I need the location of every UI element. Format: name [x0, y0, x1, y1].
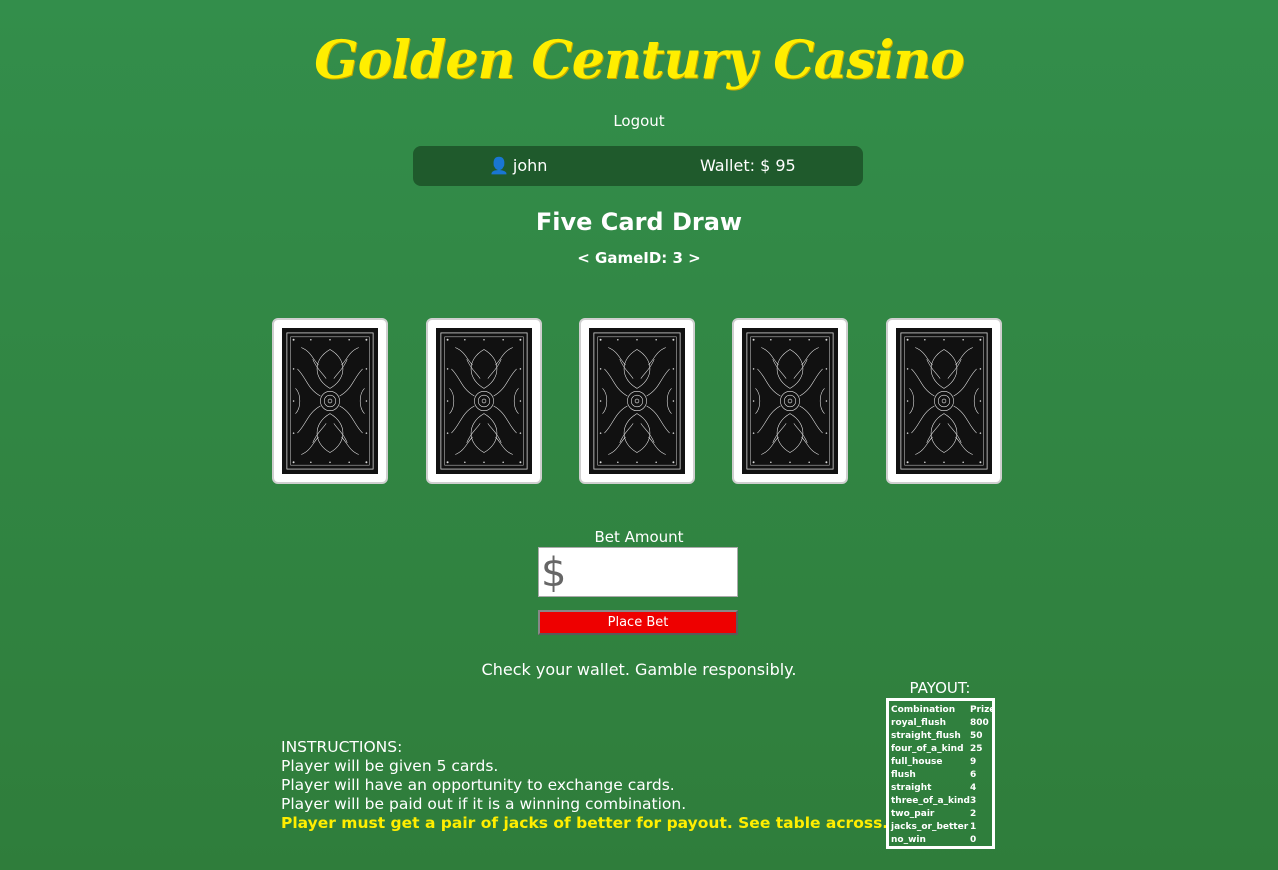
payout-prize: 6	[969, 769, 977, 780]
payout-row: royal_flush 800	[891, 716, 995, 729]
payout-combination: two_pair	[891, 808, 935, 819]
logout-link[interactable]: Logout	[0, 112, 1278, 130]
payout-prize: 0	[969, 834, 977, 845]
payout-combination: jacks_or_better	[891, 821, 969, 832]
payout-row: straight 4	[891, 781, 995, 794]
place-bet-button[interactable]: Place Bet	[538, 610, 738, 635]
instruction-line: Player will be paid out if it is a winni…	[281, 795, 687, 813]
payout-table: Combination Prize royal_flush 800 straight…	[886, 698, 995, 849]
payout-row: jacks_or_better 1	[891, 820, 995, 833]
user-info: 👤 john	[489, 156, 547, 175]
payout-label: PAYOUT:	[909, 679, 971, 697]
payout-prize: 800	[969, 717, 989, 728]
payout-prize: 50	[969, 730, 983, 741]
playing-card-1[interactable]	[272, 318, 388, 484]
payout-prize: 1	[969, 821, 977, 832]
payout-combination: royal_flush	[891, 717, 946, 728]
payout-row: three_of_a_kind 3	[891, 794, 995, 807]
instruction-line: Player will be given 5 cards.	[281, 757, 499, 775]
user-icon: 👤	[489, 156, 509, 175]
instructions: INSTRUCTIONS: Player will be given 5 car…	[281, 738, 888, 833]
playing-card-2[interactable]	[426, 318, 542, 484]
username: john	[512, 156, 548, 175]
payout-row: four_of_a_kind 25	[891, 742, 995, 755]
bet-amount-input[interactable]	[571, 550, 737, 594]
casino-title: Golden Century Casino	[314, 30, 965, 91]
payout-header-prize: Prize	[969, 704, 996, 715]
payout-prize: 4	[969, 782, 977, 793]
payout-combination: straight_flush	[891, 730, 961, 741]
card-back-pattern	[896, 328, 992, 474]
payout-combination: four_of_a_kind	[891, 743, 964, 754]
instruction-line: Player will have an opportunity to excha…	[281, 776, 675, 794]
payout-header-row: Combination Prize	[891, 703, 995, 716]
playing-card-3[interactable]	[579, 318, 695, 484]
payout-row: no_win 0	[891, 833, 995, 846]
payout-prize: 3	[969, 795, 977, 806]
payout-row: full_house 9	[891, 755, 995, 768]
payout-row: flush 6	[891, 768, 995, 781]
payout-row: two_pair 2	[891, 807, 995, 820]
payout-combination: no_win	[891, 834, 926, 845]
payout-row: straight_flush 50	[891, 729, 995, 742]
responsible-gambling-message: Check your wallet. Gamble responsibly.	[481, 660, 797, 679]
playing-card-4[interactable]	[732, 318, 848, 484]
user-bar: 👤 john Wallet: $ 95	[413, 146, 863, 186]
instruction-highlight: Player must get a pair of jacks of bette…	[281, 814, 889, 832]
card-back-pattern	[589, 328, 685, 474]
instructions-heading: INSTRUCTIONS:	[281, 738, 403, 756]
payout-prize: 2	[969, 808, 977, 819]
card-back-pattern	[436, 328, 532, 474]
game-title: Five Card Draw	[535, 208, 743, 236]
payout-combination: flush	[891, 769, 916, 780]
bet-amount-label: Bet Amount	[594, 528, 684, 546]
card-back-pattern	[282, 328, 378, 474]
bet-input-box: $	[538, 547, 738, 597]
payout-combination: full_house	[891, 756, 943, 767]
game-id: < GameID: 3 >	[577, 249, 701, 267]
payout-header-combination: Combination	[891, 704, 956, 715]
payout-combination: three_of_a_kind	[891, 795, 970, 806]
payout-prize: 25	[969, 743, 983, 754]
wallet-balance: Wallet: $ 95	[700, 156, 796, 175]
dollar-sign: $	[541, 550, 567, 596]
playing-card-5[interactable]	[886, 318, 1002, 484]
card-back-pattern	[742, 328, 838, 474]
payout-combination: straight	[891, 782, 932, 793]
payout-prize: 9	[969, 756, 977, 767]
